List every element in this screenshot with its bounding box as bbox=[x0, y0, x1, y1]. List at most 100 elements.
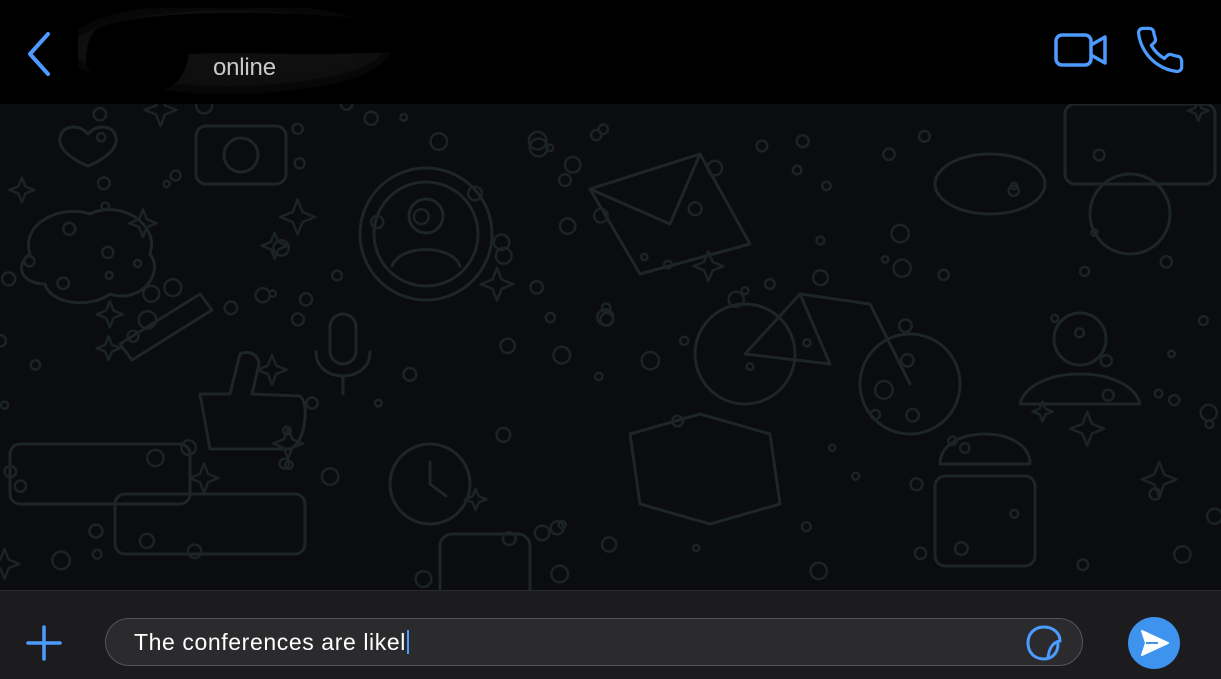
wallpaper-dot bbox=[412, 207, 430, 226]
sticker-icon bbox=[1026, 625, 1062, 661]
wallpaper-dot bbox=[1092, 148, 1106, 162]
wallpaper-dot bbox=[96, 176, 111, 191]
video-call-button[interactable] bbox=[1050, 28, 1110, 72]
wallpaper-dot bbox=[169, 169, 182, 182]
wallpaper-dot bbox=[958, 442, 971, 454]
wallpaper-dot bbox=[363, 110, 380, 127]
wallpaper-star bbox=[143, 104, 178, 128]
wallpaper-dot bbox=[146, 448, 165, 468]
wallpaper-dot bbox=[809, 561, 829, 581]
wallpaper-dot bbox=[163, 277, 183, 298]
wallpaper-dot bbox=[1078, 265, 1091, 278]
plus-icon bbox=[26, 625, 62, 661]
wallpaper-dot bbox=[100, 201, 111, 212]
wallpaper-dot bbox=[802, 337, 812, 348]
wallpaper-dot bbox=[320, 467, 340, 487]
wallpaper-dot bbox=[913, 546, 928, 561]
wallpaper-dot bbox=[23, 254, 36, 268]
wallpaper-dot bbox=[0, 333, 8, 348]
wallpaper-dot bbox=[56, 276, 71, 291]
wallpaper-dot bbox=[91, 548, 103, 560]
wallpaper-dot bbox=[892, 258, 912, 279]
wallpaper-dot bbox=[909, 477, 924, 492]
wallpaper-dot bbox=[639, 252, 649, 262]
wallpaper-dot bbox=[1099, 353, 1114, 368]
doodle-wallpaper bbox=[0, 104, 1221, 590]
wallpaper-star bbox=[95, 335, 122, 362]
wallpaper-dot bbox=[290, 312, 306, 327]
wallpaper-dot bbox=[745, 362, 755, 372]
wallpaper-dot bbox=[563, 155, 582, 174]
wallpaper-star bbox=[0, 547, 21, 581]
wallpaper-dot bbox=[88, 523, 104, 539]
wallpaper-dot bbox=[298, 292, 314, 307]
wallpaper-dot bbox=[291, 122, 304, 136]
back-button[interactable] bbox=[22, 26, 62, 82]
wallpaper-dot bbox=[305, 396, 319, 410]
wallpaper-dot bbox=[1199, 403, 1218, 422]
message-composer: The conferences are likel bbox=[0, 590, 1221, 679]
video-camera-icon bbox=[1054, 33, 1107, 67]
wallpaper-dot bbox=[495, 426, 512, 444]
wallpaper-dot bbox=[600, 302, 612, 314]
chat-wallpaper bbox=[0, 104, 1221, 590]
wallpaper-dot bbox=[186, 543, 203, 560]
wallpaper-dot bbox=[51, 550, 72, 571]
sticker-button[interactable] bbox=[1024, 624, 1064, 662]
wallpaper-dot bbox=[429, 131, 449, 152]
wallpaper-dot bbox=[917, 129, 932, 144]
wallpaper-dot bbox=[905, 407, 921, 423]
contact-info[interactable]: online bbox=[78, 8, 414, 100]
wallpaper-dot bbox=[1167, 349, 1176, 359]
chat-header: online bbox=[0, 0, 1221, 104]
wallpaper-dot bbox=[62, 221, 77, 237]
wallpaper-dot bbox=[223, 300, 239, 316]
wallpaper-dot bbox=[533, 524, 551, 542]
wallpaper-dot bbox=[0, 400, 10, 410]
wallpaper-star bbox=[1068, 410, 1106, 447]
wallpaper-dot bbox=[795, 133, 810, 149]
wallpaper-dot bbox=[815, 235, 826, 246]
wallpaper-dot bbox=[1101, 388, 1115, 402]
wallpaper-dot bbox=[1153, 388, 1164, 399]
send-arrow-icon bbox=[1141, 630, 1169, 656]
wallpaper-dot bbox=[399, 112, 409, 123]
wallpaper-dot bbox=[558, 217, 577, 236]
wallpaper-dot bbox=[29, 358, 42, 371]
message-input[interactable]: The conferences are likel bbox=[105, 618, 1083, 666]
wallpaper-dot bbox=[330, 269, 344, 282]
wallpaper-dot bbox=[1205, 507, 1221, 526]
send-button[interactable] bbox=[1128, 617, 1180, 669]
wallpaper-dot bbox=[162, 179, 172, 189]
wallpaper-dot bbox=[953, 541, 969, 557]
wallpaper-dot bbox=[544, 311, 557, 324]
wallpaper-dot bbox=[593, 371, 604, 382]
wallpaper-star bbox=[479, 266, 515, 302]
wallpaper-dot bbox=[827, 443, 837, 453]
wallpaper-dot bbox=[138, 532, 156, 550]
wallpaper-dot bbox=[599, 311, 615, 327]
wallpaper-dot bbox=[194, 104, 214, 115]
wallpaper-dot bbox=[800, 520, 812, 533]
wallpaper-dot bbox=[104, 270, 114, 281]
contact-status: online bbox=[213, 54, 276, 81]
wallpaper-dot bbox=[268, 289, 278, 299]
wallpaper-dot bbox=[95, 131, 107, 143]
attach-button[interactable] bbox=[22, 621, 66, 665]
wallpaper-dot bbox=[873, 379, 894, 400]
wallpaper-dot bbox=[339, 104, 354, 111]
wallpaper-dot bbox=[937, 268, 950, 282]
wallpaper-dot bbox=[414, 569, 433, 589]
wallpaper-dot bbox=[740, 285, 750, 296]
wallpaper-dot bbox=[293, 157, 306, 170]
chevron-left-icon bbox=[28, 32, 50, 76]
wallpaper-dot bbox=[529, 279, 545, 295]
wallpaper-dot bbox=[142, 284, 161, 303]
wallpaper-dot bbox=[1050, 313, 1060, 324]
message-input-value: The conferences are likel bbox=[134, 629, 409, 656]
wallpaper-dot bbox=[589, 128, 603, 142]
wallpaper-star bbox=[8, 176, 36, 204]
wallpaper-dot bbox=[92, 106, 108, 122]
voice-call-button[interactable] bbox=[1132, 24, 1188, 76]
wallpaper-dot bbox=[687, 200, 703, 217]
